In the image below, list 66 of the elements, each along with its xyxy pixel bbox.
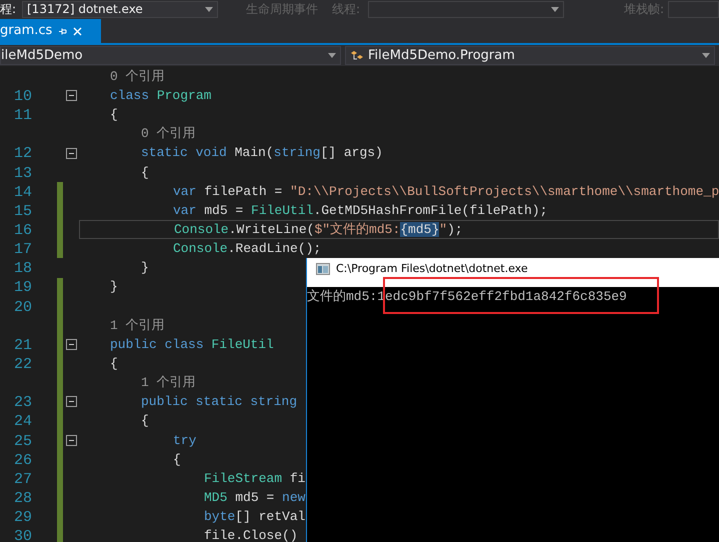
line-number: 26 bbox=[14, 452, 32, 469]
reference-count[interactable]: 1 个引用 bbox=[110, 316, 165, 336]
code-line: public class FileUtil bbox=[110, 336, 274, 354]
reference-count[interactable]: 1 个引用 bbox=[141, 373, 196, 393]
code-line: { bbox=[110, 106, 118, 124]
code-line: static void Main(string[] args) bbox=[141, 144, 383, 162]
line-number: 22 bbox=[14, 356, 32, 373]
pin-icon[interactable] bbox=[58, 26, 68, 36]
line-number: 30 bbox=[14, 528, 32, 542]
collapse-icon[interactable] bbox=[66, 90, 76, 102]
code-line: { bbox=[141, 412, 149, 430]
line-number: 12 bbox=[14, 145, 32, 162]
console-app-icon bbox=[316, 263, 330, 275]
console-title: C:\Program Files\dotnet\dotnet.exe bbox=[336, 263, 528, 275]
caret-icon bbox=[702, 53, 710, 58]
code-line: try bbox=[173, 432, 196, 450]
line-number: 29 bbox=[14, 509, 32, 526]
line-number: 15 bbox=[14, 202, 32, 220]
line-number: 21 bbox=[14, 336, 32, 354]
caret-icon bbox=[205, 6, 213, 12]
line-number: 16 bbox=[14, 222, 32, 239]
code-line: Console.WriteLine($"文件的md5:{md5}"); bbox=[174, 220, 463, 239]
type-dropdown[interactable]: FileMd5Demo.Program bbox=[345, 46, 715, 65]
line-number: 25 bbox=[14, 432, 32, 450]
line-number: 13 bbox=[14, 164, 32, 182]
code-line: FileStream fi bbox=[204, 470, 306, 488]
line-number: 28 bbox=[14, 490, 32, 507]
reference-count[interactable]: 0 个引用 bbox=[141, 124, 196, 144]
thread-label: 线程: bbox=[332, 1, 360, 18]
code-line: { bbox=[110, 354, 118, 373]
project-dropdown[interactable]: ileMd5Demo bbox=[0, 46, 341, 65]
code-line: file.Close() bbox=[204, 527, 298, 542]
code-line: var filePath = "D:\\Projects\\BullSoftProjects\\smarthome\\smarthome_p bbox=[173, 182, 719, 201]
code-line: Console.ReadLine(); bbox=[173, 240, 322, 258]
collapse-icon[interactable] bbox=[66, 396, 76, 408]
caret-icon bbox=[551, 6, 560, 12]
line-number: 11 bbox=[14, 107, 32, 124]
line-number: 14 bbox=[14, 184, 32, 201]
process-label: 程: bbox=[0, 1, 18, 18]
code-line: byte[] retVal bbox=[204, 508, 306, 526]
line-number: 10 bbox=[14, 88, 32, 105]
line-number: 27 bbox=[14, 470, 32, 488]
code-line: { bbox=[173, 450, 181, 469]
process-dropdown[interactable]: [13172] dotnet.exe bbox=[22, 0, 218, 18]
code-line: var md5 = FileUtil.GetMD5HashFromFile(filePath); bbox=[173, 202, 548, 220]
line-number: 17 bbox=[14, 241, 32, 258]
reference-count[interactable]: 0 个引用 bbox=[110, 66, 165, 86]
code-line: { bbox=[141, 164, 149, 182]
line-number: 24 bbox=[14, 413, 32, 430]
code-line: class Program bbox=[110, 86, 212, 105]
line-number: 23 bbox=[14, 394, 32, 412]
file-tab[interactable]: gram.cs bbox=[0, 19, 101, 43]
line-number: 18 bbox=[14, 260, 32, 278]
code-line: } bbox=[141, 259, 149, 278]
collapse-icon[interactable] bbox=[66, 148, 76, 159]
collapse-icon[interactable] bbox=[66, 339, 76, 350]
stack-frame-label: 堆栈帧: bbox=[624, 1, 664, 18]
class-icon bbox=[350, 50, 364, 62]
line-number: 20 bbox=[14, 298, 32, 316]
code-line: public static string bbox=[141, 393, 298, 412]
code-line: } bbox=[110, 278, 118, 296]
close-icon[interactable] bbox=[73, 26, 82, 36]
collapse-icon[interactable] bbox=[66, 434, 76, 446]
line-number: 19 bbox=[14, 279, 32, 296]
caret-icon bbox=[328, 53, 336, 58]
code-line: MD5 md5 = new bbox=[204, 488, 306, 507]
